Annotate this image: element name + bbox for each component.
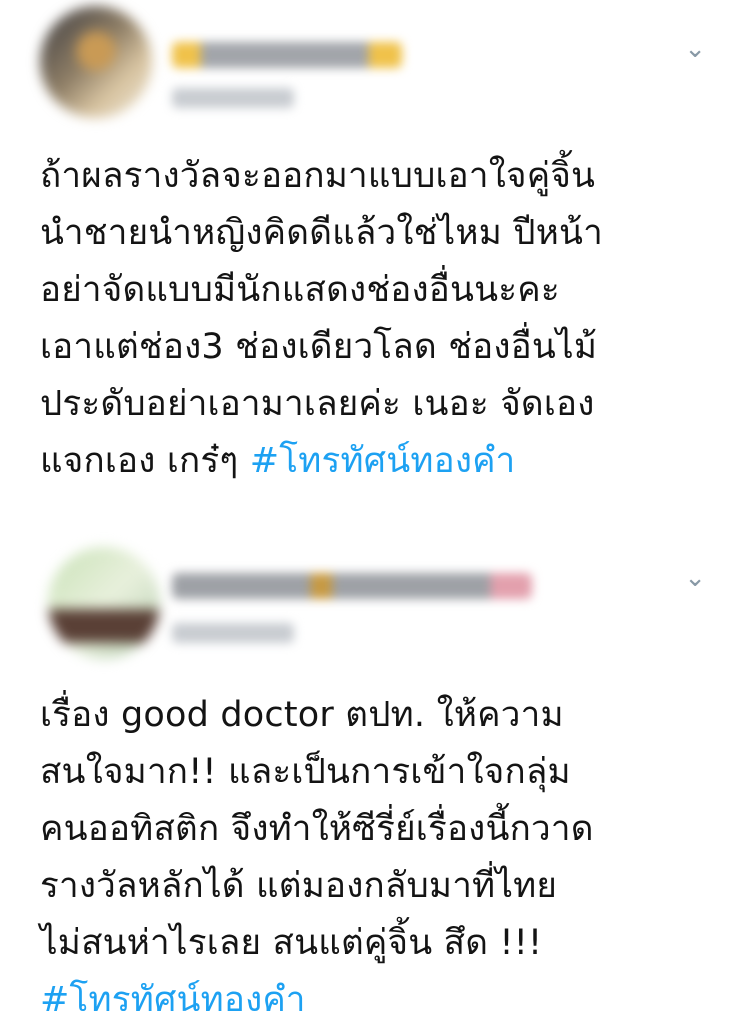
avatar[interactable] (48, 547, 160, 659)
tweet-text-line: รางวัลหลักได้ แต่มองกลับมาที่ไทย (40, 866, 558, 906)
hashtag-link[interactable]: #โทรทัศน์ทองคำ (40, 972, 730, 1029)
tweet-text-line: อย่าจัดแบบมีนักแสดงช่องอื่นนะคะ (40, 270, 560, 310)
tweet-text-line: สนใจมาก!! และเป็นการเข้าใจกลุ่ม (40, 752, 571, 792)
display-name-redacted[interactable] (172, 42, 402, 68)
tweet-text-fragment: แจกเอง เกร๋ๆ (40, 441, 250, 481)
tweet[interactable]: ⌄ ถ้าผลรางวัลจะออกมาแบบเอาใจคู่จิ้น นำชา… (0, 0, 750, 520)
tweet-text-line: ไม่สนห่าไรเลย สนแต่คู่จิ้น สึด !!! (40, 923, 543, 963)
tweet[interactable]: ⌄ เรื่อง good doctor ตปท. ให้ความ สนใจมา… (0, 535, 750, 1023)
display-name-redacted[interactable] (172, 573, 532, 599)
avatar[interactable] (40, 6, 152, 118)
tweet-text-line: ประดับอย่าเอามาเลยค่ะ เนอะ จัดเอง (40, 384, 595, 424)
tweet-text-line: เรื่อง good doctor ตปท. ให้ความ (40, 695, 564, 735)
chevron-down-icon[interactable]: ⌄ (684, 565, 706, 591)
tweet-text-line-last: แจกเอง เกร๋ๆ #โทรทัศน์ทองคำ (40, 433, 730, 490)
tweet-text-line: คนออทิสติก จึงทำให้ซีรี่ย์เรื่องนี้กวาด (40, 809, 594, 849)
tweet-text: เรื่อง good doctor ตปท. ให้ความ สนใจมาก!… (40, 687, 730, 1029)
hashtag-link[interactable]: #โทรทัศน์ทองคำ (250, 441, 516, 481)
tweet-text-line: นำชายนำหญิงคิดดีแล้วใช่ไหม ปีหน้า (40, 213, 603, 253)
tweet-text-line: ถ้าผลรางวัลจะออกมาแบบเอาใจคู่จิ้น (40, 156, 596, 196)
tweet-text-line: เอาแต่ช่อง3 ช่องเดียวโลด ช่องอื่นไม้ (40, 327, 598, 367)
tweet-text: ถ้าผลรางวัลจะออกมาแบบเอาใจคู่จิ้น นำชายน… (40, 148, 730, 490)
user-handle-redacted[interactable] (172, 623, 294, 643)
chevron-down-icon[interactable]: ⌄ (684, 36, 706, 62)
user-handle-redacted[interactable] (172, 88, 294, 108)
